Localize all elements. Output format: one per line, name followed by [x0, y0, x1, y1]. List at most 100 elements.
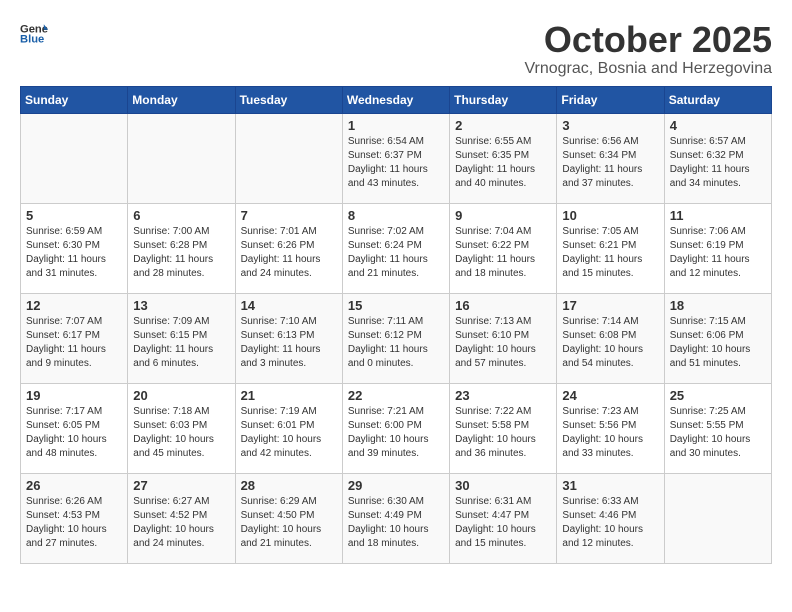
day-number: 11: [670, 208, 766, 223]
day-number: 7: [241, 208, 337, 223]
day-number: 17: [562, 298, 658, 313]
calendar-cell: [664, 473, 771, 563]
calendar-cell: 1Sunrise: 6:54 AMSunset: 6:37 PMDaylight…: [342, 113, 449, 203]
day-number: 28: [241, 478, 337, 493]
calendar-cell: 21Sunrise: 7:19 AMSunset: 6:01 PMDayligh…: [235, 383, 342, 473]
day-number: 8: [348, 208, 444, 223]
calendar-cell: 16 Sunrise: 7:13 AMSunset: 6:10 PMDayligh…: [450, 293, 557, 383]
calendar-cell: 2Sunrise: 6:55 AMSunset: 6:35 PMDaylight…: [450, 113, 557, 203]
day-number: 20: [133, 388, 229, 403]
day-number: 4: [670, 118, 766, 133]
day-number: 29: [348, 478, 444, 493]
calendar-cell: 7 Sunrise: 7:01 AMSunset: 6:26 PMDaylight…: [235, 203, 342, 293]
day-info: Sunrise: 7:00 AMSunset: 6:28 PMDaylight:…: [133, 225, 229, 281]
day-number: 10: [562, 208, 658, 223]
calendar-cell: [21, 113, 128, 203]
day-number: 9: [455, 208, 551, 223]
calendar-week-3: 12 Sunrise: 7:07 AMSunset: 6:17 PMDayligh…: [21, 293, 772, 383]
calendar-cell: 8 Sunrise: 7:02 AMSunset: 6:24 PMDaylight…: [342, 203, 449, 293]
day-info: Sunrise: 7:05 AMSunset: 6:21 PMDaylight:…: [562, 225, 658, 281]
calendar-cell: 19 Sunrise: 7:17 AMSunset: 6:05 PMDayligh…: [21, 383, 128, 473]
day-number: 23: [455, 388, 551, 403]
day-number: 14: [241, 298, 337, 313]
calendar-cell: 30 Sunrise: 6:31 AMSunset: 4:47 PMDayligh…: [450, 473, 557, 563]
svg-text:Blue: Blue: [20, 33, 44, 45]
calendar-cell: 18 Sunrise: 7:15 AMSunset: 6:06 PMDayligh…: [664, 293, 771, 383]
calendar-cell: 12 Sunrise: 7:07 AMSunset: 6:17 PMDayligh…: [21, 293, 128, 383]
day-info: Sunrise: 7:21 AMSunset: 6:00 PMDaylight:…: [348, 405, 444, 461]
calendar-cell: 17 Sunrise: 7:14 AMSunset: 6:08 PMDayligh…: [557, 293, 664, 383]
day-info: Sunrise: 7:25 AMSunset: 5:55 PMDaylight:…: [670, 405, 766, 461]
month-title: October 2025: [524, 20, 772, 60]
calendar-cell: 11Sunrise: 7:06 AMSunset: 6:19 PMDayligh…: [664, 203, 771, 293]
day-info: Sunrise: 6:56 AMSunset: 6:34 PMDaylight:…: [562, 135, 658, 191]
day-info: Sunrise: 7:07 AMSunset: 6:17 PMDaylight:…: [26, 315, 122, 371]
calendar-week-1: 1Sunrise: 6:54 AMSunset: 6:37 PMDaylight…: [21, 113, 772, 203]
day-info: Sunrise: 6:31 AMSunset: 4:47 PMDaylight:…: [455, 495, 551, 551]
day-info: Sunrise: 7:18 AMSunset: 6:03 PMDaylight:…: [133, 405, 229, 461]
day-number: 6: [133, 208, 229, 223]
day-info: Sunrise: 6:54 AMSunset: 6:37 PMDaylight:…: [348, 135, 444, 191]
calendar-cell: 28 Sunrise: 6:29 AMSunset: 4:50 PMDayligh…: [235, 473, 342, 563]
calendar-table: Sunday Monday Tuesday Wednesday Thursday…: [20, 86, 772, 564]
day-number: 16: [455, 298, 551, 313]
day-info: Sunrise: 7:19 AMSunset: 6:01 PMDaylight:…: [241, 405, 337, 461]
day-number: 25: [670, 388, 766, 403]
col-friday: Friday: [557, 86, 664, 113]
day-number: 13: [133, 298, 229, 313]
header-row: Sunday Monday Tuesday Wednesday Thursday…: [21, 86, 772, 113]
day-number: 3: [562, 118, 658, 133]
day-info: Sunrise: 6:27 AMSunset: 4:52 PMDaylight:…: [133, 495, 229, 551]
col-thursday: Thursday: [450, 86, 557, 113]
location-title: Vrnograc, Bosnia and Herzegovina: [524, 60, 772, 78]
calendar-cell: 23 Sunrise: 7:22 AMSunset: 5:58 PMDayligh…: [450, 383, 557, 473]
calendar-cell: [235, 113, 342, 203]
day-info: Sunrise: 6:33 AMSunset: 4:46 PMDaylight:…: [562, 495, 658, 551]
day-number: 15: [348, 298, 444, 313]
calendar-cell: 22 Sunrise: 7:21 AMSunset: 6:00 PMDayligh…: [342, 383, 449, 473]
day-info: Sunrise: 6:26 AMSunset: 4:53 PMDaylight:…: [26, 495, 122, 551]
day-info: Sunrise: 7:17 AMSunset: 6:05 PMDaylight:…: [26, 405, 122, 461]
day-info: Sunrise: 7:13 AMSunset: 6:10 PMDaylight:…: [455, 315, 551, 371]
logo: General Blue: [20, 20, 48, 48]
day-number: 30: [455, 478, 551, 493]
calendar-cell: 31 Sunrise: 6:33 AMSunset: 4:46 PMDayligh…: [557, 473, 664, 563]
day-number: 19: [26, 388, 122, 403]
day-info: Sunrise: 6:59 AMSunset: 6:30 PMDaylight:…: [26, 225, 122, 281]
col-saturday: Saturday: [664, 86, 771, 113]
day-info: Sunrise: 7:15 AMSunset: 6:06 PMDaylight:…: [670, 315, 766, 371]
day-info: Sunrise: 7:01 AMSunset: 6:26 PMDaylight:…: [241, 225, 337, 281]
calendar-cell: 20 Sunrise: 7:18 AMSunset: 6:03 PMDayligh…: [128, 383, 235, 473]
day-info: Sunrise: 7:11 AMSunset: 6:12 PMDaylight:…: [348, 315, 444, 371]
calendar-cell: 15 Sunrise: 7:11 AMSunset: 6:12 PMDayligh…: [342, 293, 449, 383]
day-info: Sunrise: 7:14 AMSunset: 6:08 PMDaylight:…: [562, 315, 658, 371]
day-info: Sunrise: 6:30 AMSunset: 4:49 PMDaylight:…: [348, 495, 444, 551]
calendar-cell: [128, 113, 235, 203]
calendar-cell: 13Sunrise: 7:09 AMSunset: 6:15 PMDayligh…: [128, 293, 235, 383]
calendar-cell: 25 Sunrise: 7:25 AMSunset: 5:55 PMDayligh…: [664, 383, 771, 473]
day-number: 31: [562, 478, 658, 493]
calendar-cell: 29 Sunrise: 6:30 AMSunset: 4:49 PMDayligh…: [342, 473, 449, 563]
calendar-cell: 5 Sunrise: 6:59 AMSunset: 6:30 PMDaylight…: [21, 203, 128, 293]
calendar-cell: 3 Sunrise: 6:56 AMSunset: 6:34 PMDaylight…: [557, 113, 664, 203]
day-number: 27: [133, 478, 229, 493]
calendar-cell: 10 Sunrise: 7:05 AMSunset: 6:21 PMDayligh…: [557, 203, 664, 293]
day-info: Sunrise: 6:29 AMSunset: 4:50 PMDaylight:…: [241, 495, 337, 551]
calendar-week-5: 26 Sunrise: 6:26 AMSunset: 4:53 PMDayligh…: [21, 473, 772, 563]
day-info: Sunrise: 6:55 AMSunset: 6:35 PMDaylight:…: [455, 135, 551, 191]
day-number: 24: [562, 388, 658, 403]
day-info: Sunrise: 7:22 AMSunset: 5:58 PMDaylight:…: [455, 405, 551, 461]
title-block: October 2025 Vrnograc, Bosnia and Herzeg…: [524, 20, 772, 78]
day-number: 26: [26, 478, 122, 493]
day-info: Sunrise: 7:02 AMSunset: 6:24 PMDaylight:…: [348, 225, 444, 281]
day-info: Sunrise: 7:23 AMSunset: 5:56 PMDaylight:…: [562, 405, 658, 461]
calendar-cell: 4 Sunrise: 6:57 AMSunset: 6:32 PMDaylight…: [664, 113, 771, 203]
day-info: Sunrise: 7:04 AMSunset: 6:22 PMDaylight:…: [455, 225, 551, 281]
calendar-cell: 14Sunrise: 7:10 AMSunset: 6:13 PMDayligh…: [235, 293, 342, 383]
day-number: 5: [26, 208, 122, 223]
day-number: 18: [670, 298, 766, 313]
calendar-cell: 26 Sunrise: 6:26 AMSunset: 4:53 PMDayligh…: [21, 473, 128, 563]
day-number: 12: [26, 298, 122, 313]
day-number: 22: [348, 388, 444, 403]
day-info: Sunrise: 6:57 AMSunset: 6:32 PMDaylight:…: [670, 135, 766, 191]
